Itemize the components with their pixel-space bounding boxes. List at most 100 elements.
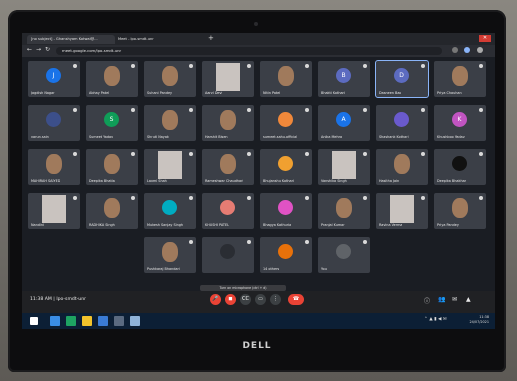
participant-tile[interactable]: Pranjal Kumar (318, 193, 370, 229)
participant-tile[interactable]: J Jagdish Nagar (28, 61, 80, 97)
mic-muted-icon (73, 64, 77, 68)
participant-tile[interactable]: sumeet.sahu.official (260, 105, 312, 141)
window-close-icon[interactable]: ✕ (479, 35, 491, 42)
info-icon[interactable]: ⓘ (424, 296, 430, 305)
reload-icon[interactable]: ↻ (45, 46, 50, 53)
taskbar-clock: 11:38 24/07/2021 (469, 315, 489, 325)
chrome-taskbar-icon[interactable] (130, 316, 140, 326)
mic-muted-icon (363, 196, 367, 200)
participant-name: MAHIRAH SAIYED (31, 179, 61, 183)
participant-tile[interactable]: Priya Pandey (434, 193, 486, 229)
participant-avatar (452, 156, 467, 171)
mail-icon[interactable] (98, 316, 108, 326)
participant-name: Pushkaraj Bhandari (147, 267, 180, 271)
participant-tile[interactable]: varun.sain (28, 105, 80, 141)
participant-tile[interactable]: Nitin Patel (260, 61, 312, 97)
participant-video (162, 242, 178, 262)
participant-tile[interactable]: Bhujanshu Kothari (260, 149, 312, 185)
participant-name: Rameshwar Chaudhari (205, 179, 244, 183)
participant-tile[interactable]: Ravina Verma (376, 193, 428, 229)
explorer-icon[interactable] (82, 316, 92, 326)
app-icon[interactable] (114, 316, 124, 326)
participant-tile[interactable]: Nandini (28, 193, 80, 229)
browser-tab-meet[interactable]: Meet - lpo-smdt-unr (114, 35, 188, 44)
participant-name: Priya Pandey (437, 223, 459, 227)
participant-tile[interactable]: A Anika Mehra (318, 105, 370, 141)
participant-tile[interactable]: Hasitha Jain (376, 149, 428, 185)
microphone-off-icon[interactable]: 🎤 (210, 294, 221, 305)
participant-tile[interactable]: Suhani Pandey (144, 61, 196, 97)
participant-tile[interactable]: B Bhakti Kothari (318, 61, 370, 97)
mic-muted-icon (479, 196, 483, 200)
participant-tile[interactable] (202, 237, 254, 273)
more-options-icon[interactable]: ⋮ (270, 294, 281, 305)
participant-video (332, 151, 356, 179)
participant-tile[interactable]: RADHIKA Singh (86, 193, 138, 229)
windows-start-icon[interactable] (30, 317, 38, 325)
participant-name: Jagdish Nagar (31, 91, 55, 95)
participant-name: Nandini (31, 223, 44, 227)
participant-tile[interactable]: Vanshika Singh (318, 149, 370, 185)
activities-icon[interactable]: ▲ (466, 296, 471, 303)
participant-name: Khushboo Yadav (437, 135, 465, 139)
browser-tab-email[interactable]: [no subject] - Ghanshyam Kotwal@... (27, 35, 115, 44)
present-icon[interactable]: ▭ (255, 294, 266, 305)
participant-tile[interactable]: Aarvi Devi (202, 61, 254, 97)
chat-icon[interactable]: ✉ (452, 296, 457, 303)
participant-tile[interactable]: MAHIRAH SAIYED (28, 149, 80, 185)
participant-tile[interactable]: Harshit Bisen (202, 105, 254, 141)
mic-muted-icon (73, 196, 77, 200)
participant-video (104, 66, 120, 86)
participant-video (278, 66, 294, 86)
participant-tile[interactable]: Abhay Patel (86, 61, 138, 97)
forward-icon[interactable]: → (36, 46, 41, 53)
participant-tile[interactable]: Rameshwar Chaudhari (202, 149, 254, 185)
participant-tile[interactable]: Bhagya Kathuria (260, 193, 312, 229)
mic-muted-icon (189, 196, 193, 200)
extension-icon[interactable] (452, 47, 458, 53)
mic-muted-icon (189, 108, 193, 112)
captions-icon[interactable]: CC (240, 294, 251, 305)
camera-off-icon[interactable]: ◼ (225, 294, 236, 305)
participant-tile[interactable]: You (318, 237, 370, 273)
participant-tile[interactable]: Deepika Bhatia (86, 149, 138, 185)
participant-tile[interactable]: K Khushboo Yadav (434, 105, 486, 141)
participant-tile[interactable]: S Sumeet Yadav (86, 105, 138, 141)
participant-tile[interactable]: Shashank Kothari (376, 105, 428, 141)
participant-name: Shruti Nayak (147, 135, 169, 139)
participant-tile[interactable]: Deepika Bhakhar (434, 149, 486, 185)
participant-avatar: K (452, 112, 467, 127)
dell-logo: DELL (242, 341, 272, 351)
participant-tile[interactable]: Mukesh Sanjay Singh (144, 193, 196, 229)
participant-name: Deepika Bhatia (89, 179, 115, 183)
mic-muted-icon (363, 64, 367, 68)
participant-tile[interactable]: Priya Chauhan (434, 61, 486, 97)
participant-avatar (162, 200, 177, 215)
participant-video (216, 63, 240, 91)
new-tab-icon[interactable]: + (208, 34, 214, 42)
participant-tile[interactable]: Pushkaraj Bhandari (144, 237, 196, 273)
participant-tile[interactable]: D Dasneen Bao (375, 60, 429, 98)
menu-icon[interactable] (477, 47, 483, 53)
mic-muted-icon (247, 152, 251, 156)
participant-tile[interactable]: Laxmi Shah (144, 149, 196, 185)
end-call-icon[interactable]: ☎ (288, 294, 304, 305)
mic-muted-icon (131, 196, 135, 200)
people-icon[interactable]: 👥 (438, 296, 445, 303)
participant-name: Bhujanshu Kothari (263, 179, 294, 183)
edge-icon[interactable] (50, 316, 60, 326)
participant-video (158, 151, 182, 179)
url-input[interactable]: meet.google.com/lpo-smdt-unr (56, 47, 442, 55)
participant-video (42, 195, 66, 223)
participant-tile[interactable]: Shruti Nayak (144, 105, 196, 141)
mic-muted-icon (131, 64, 135, 68)
webcam (254, 22, 258, 26)
mic-muted-icon (363, 108, 367, 112)
profile-icon[interactable] (464, 47, 470, 53)
participant-tile[interactable]: KHUSHI PATEL (202, 193, 254, 229)
participant-tile[interactable]: 14 others (260, 237, 312, 273)
store-icon[interactable] (66, 316, 76, 326)
mic-muted-icon (189, 240, 193, 244)
back-icon[interactable]: ← (27, 46, 32, 53)
mic-muted-icon (305, 108, 309, 112)
